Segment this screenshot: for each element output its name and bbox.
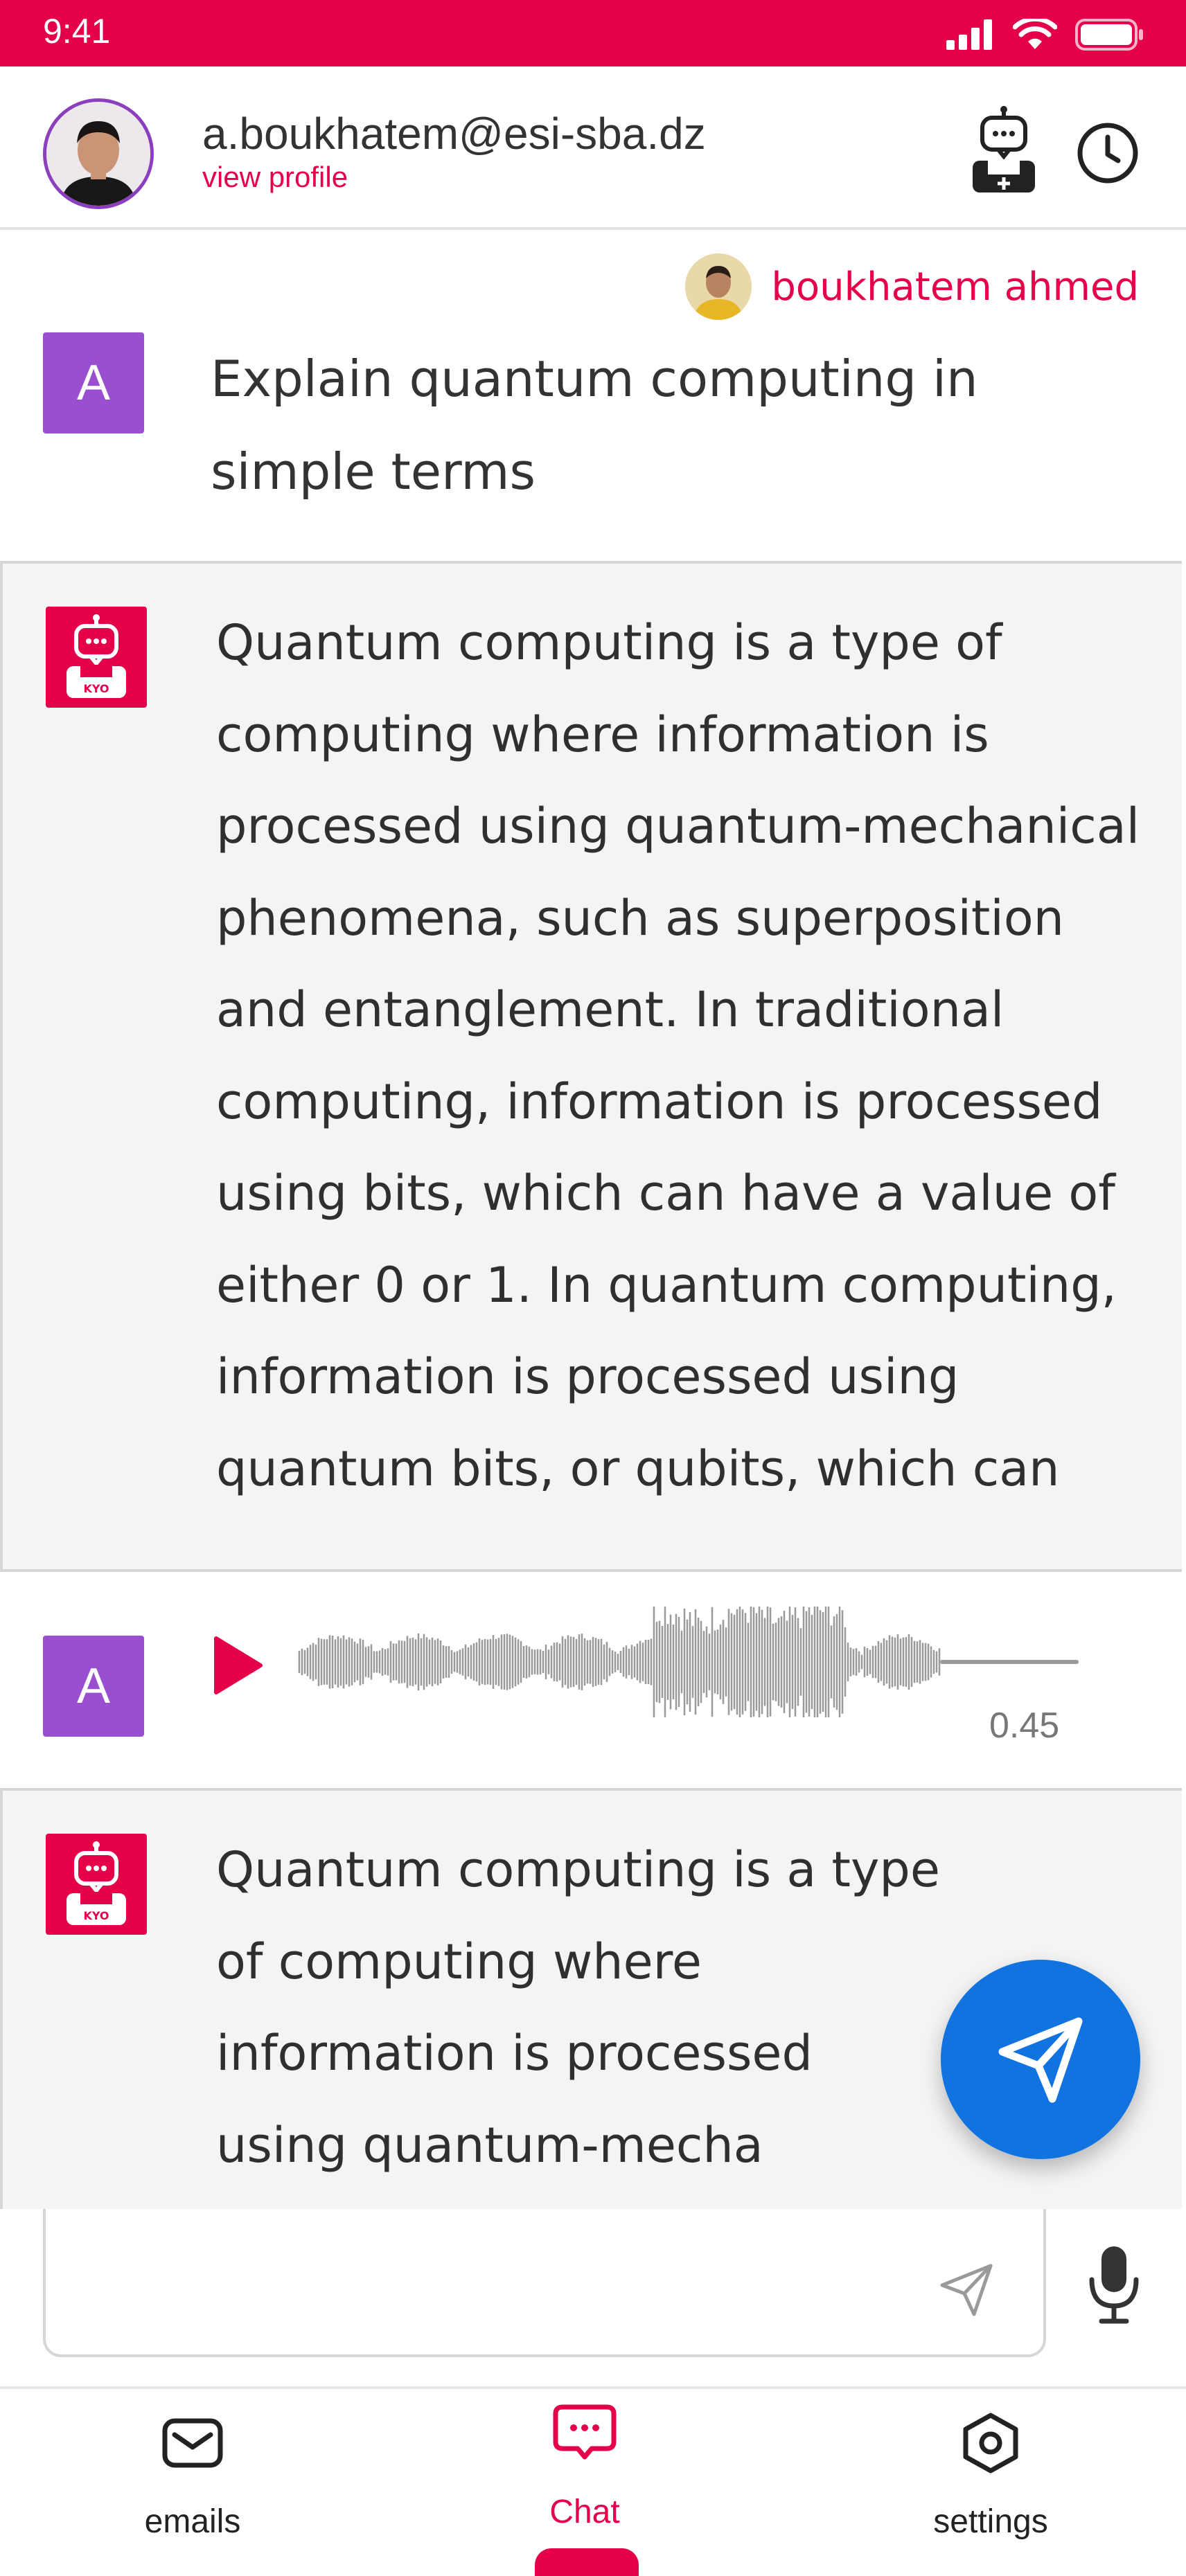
view-profile-link[interactable]: view profile: [202, 161, 348, 194]
sender-name: boukhatem ahmed: [771, 264, 1139, 310]
play-button[interactable]: [212, 1634, 265, 1697]
new-chat-button[interactable]: [966, 105, 1042, 195]
paper-plane-icon: [998, 2017, 1083, 2103]
user-message-text: Explain quantum computing in simple term…: [211, 350, 978, 501]
floating-send-button[interactable]: [941, 1960, 1140, 2159]
settings-hexagon-icon: [963, 2413, 1018, 2474]
play-icon: [214, 1636, 263, 1694]
nav-item-chat[interactable]: Chat: [481, 2389, 689, 2565]
bot-avatar: KYO: [46, 607, 147, 708]
robot-kyo-icon: KYO: [67, 614, 126, 698]
user-audio-message: A 0.45: [0, 1572, 1186, 1788]
composer: [0, 2209, 1186, 2386]
user-initial-avatar: A: [43, 1636, 144, 1737]
message-input[interactable]: [43, 2209, 1046, 2357]
nav-item-settings[interactable]: settings: [887, 2389, 1095, 2565]
nav-label-chat: Chat: [549, 2494, 620, 2530]
bottom-navigation: emails Chat settings: [0, 2386, 1186, 2565]
robot-kyo-icon: KYO: [67, 1841, 126, 1925]
robot-icon: [973, 106, 1035, 193]
user-message: boukhatem ahmed A Explain quantum comput…: [0, 230, 1186, 562]
sender-avatar: [685, 253, 752, 320]
chat-bubble-icon: [553, 2404, 617, 2460]
microphone-button[interactable]: [1086, 2244, 1142, 2327]
profile-photo: [46, 102, 150, 206]
send-button[interactable]: [935, 2257, 998, 2320]
mail-icon: [162, 2418, 223, 2468]
signal-icon: [946, 19, 992, 50]
active-tab-indicator: [535, 2548, 639, 2576]
status-bar: 9:41: [0, 0, 1186, 66]
status-time: 9:41: [43, 12, 111, 51]
microphone-icon: [1089, 2246, 1139, 2324]
user-email: a.boukhatem@esi-sba.dz: [202, 109, 706, 159]
nav-label-settings: settings: [933, 2503, 1048, 2540]
bot-message-text: Quantum computing is a type of computing…: [216, 614, 1140, 1497]
sender-photo: [685, 253, 752, 320]
sender-info: boukhatem ahmed: [685, 253, 1139, 320]
status-icons: [946, 15, 1144, 54]
chat-thread[interactable]: boukhatem ahmed A Explain quantum comput…: [0, 230, 1186, 2210]
nav-label-emails: emails: [144, 2503, 241, 2540]
wifi-icon: [1013, 19, 1057, 49]
bot-message-text: Quantum computing is a type of computing…: [216, 1841, 940, 2174]
svg-text:KYO: KYO: [83, 1909, 109, 1922]
bot-avatar: KYO: [46, 1834, 147, 1935]
battery-icon: [1075, 19, 1143, 51]
nav-item-emails[interactable]: emails: [89, 2389, 296, 2565]
audio-waveform[interactable]: [298, 1600, 1081, 1724]
history-button[interactable]: [1075, 120, 1140, 186]
svg-text:KYO: KYO: [83, 682, 109, 695]
profile-avatar[interactable]: [43, 98, 154, 209]
user-initial-avatar: A: [43, 332, 144, 433]
clock-icon: [1077, 123, 1138, 184]
app-header: a.boukhatem@esi-sba.dz view profile: [0, 66, 1186, 230]
audio-duration: 0.45: [989, 1706, 1060, 1746]
bot-message: KYO Quantum computing is a type of compu…: [0, 561, 1182, 1572]
send-icon: [940, 2264, 993, 2316]
